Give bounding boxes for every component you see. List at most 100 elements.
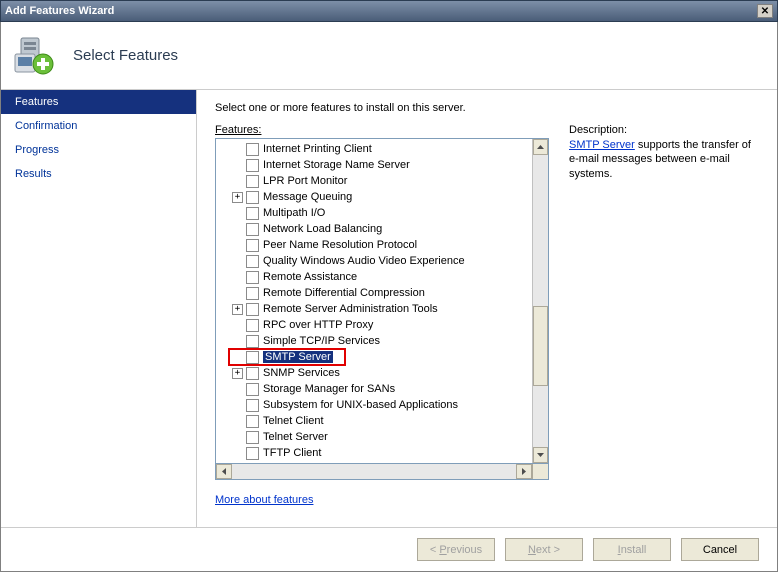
sidebar-item-results[interactable]: Results (1, 162, 196, 186)
wizard-icon (13, 34, 57, 78)
features-column: Features: Internet Printing ClientIntern… (215, 124, 549, 519)
tree-item-label: Remote Assistance (263, 271, 357, 283)
tree-row[interactable]: Quality Windows Audio Video Experience (216, 253, 532, 269)
features-tree[interactable]: Internet Printing Client Internet Storage… (216, 139, 532, 463)
checkbox[interactable] (246, 223, 259, 236)
tree-row[interactable]: RPC over HTTP Proxy (216, 317, 532, 333)
tree-row[interactable]: Multipath I/O (216, 205, 532, 221)
content: FeaturesConfirmationProgressResults Sele… (1, 90, 777, 527)
install-button: Install (593, 538, 671, 561)
cancel-button[interactable]: Cancel (681, 538, 759, 561)
features-label: Features: (215, 124, 549, 136)
tree-item-label: RPC over HTTP Proxy (263, 319, 373, 331)
tree-row[interactable]: Storage Manager for SANs (216, 381, 532, 397)
two-column: Features: Internet Printing ClientIntern… (215, 124, 759, 519)
tree-row[interactable]: Network Load Balancing (216, 221, 532, 237)
tree-item-label: Storage Manager for SANs (263, 383, 395, 395)
sidebar-item-confirmation[interactable]: Confirmation (1, 114, 196, 138)
tree-row[interactable]: Subsystem for UNIX-based Applications (216, 397, 532, 413)
checkbox[interactable] (246, 239, 259, 252)
checkbox[interactable] (246, 271, 259, 284)
checkbox[interactable] (246, 431, 259, 444)
window-title: Add Features Wizard (5, 5, 114, 17)
sidebar-item-features[interactable]: Features (1, 90, 196, 114)
next-button: Next > (505, 538, 583, 561)
vertical-scrollbar[interactable] (532, 139, 548, 463)
more-about-features-link[interactable]: More about features (215, 494, 549, 506)
checkbox[interactable] (246, 175, 259, 188)
tree-item-label: Message Queuing (263, 191, 352, 203)
checkbox[interactable] (246, 303, 259, 316)
tree-item-label: Telnet Server (263, 431, 328, 443)
tree-row[interactable]: TFTP Client (216, 445, 532, 461)
tree-item-label: Remote Server Administration Tools (263, 303, 438, 315)
tree-row[interactable]: + SNMP Services (216, 365, 532, 381)
tree-row[interactable]: LPR Port Monitor (216, 173, 532, 189)
scroll-right-button[interactable] (516, 464, 532, 479)
expander-icon[interactable]: + (232, 304, 243, 315)
tree-item-label: Quality Windows Audio Video Experience (263, 255, 465, 267)
checkbox[interactable] (246, 255, 259, 268)
tree-item-label: Internet Printing Client (263, 143, 372, 155)
tree-row[interactable]: + Remote Server Administration Tools (216, 301, 532, 317)
scroll-up-button[interactable] (533, 139, 548, 155)
checkbox[interactable] (246, 351, 259, 364)
tree-row[interactable]: Remote Differential Compression (216, 285, 532, 301)
features-tree-container: Internet Printing Client Internet Storage… (215, 138, 549, 464)
tree-item-label: Internet Storage Name Server (263, 159, 410, 171)
tree-item-label: LPR Port Monitor (263, 175, 347, 187)
tree-row[interactable]: Telnet Server (216, 429, 532, 445)
expander-icon[interactable]: + (232, 192, 243, 203)
instruction-text: Select one or more features to install o… (215, 102, 759, 114)
scroll-track-bottom[interactable] (533, 386, 548, 447)
checkbox[interactable] (246, 335, 259, 348)
description-text: SMTP Server supports the transfer of e-m… (569, 138, 759, 181)
tree-row[interactable]: + Message Queuing (216, 189, 532, 205)
tree-item-label: SMTP Server (263, 351, 333, 363)
tree-item-label: Subsystem for UNIX-based Applications (263, 399, 458, 411)
scroll-corner (532, 464, 548, 479)
expander-icon[interactable]: + (232, 368, 243, 379)
tree-item-label: TFTP Client (263, 447, 321, 459)
tree-row[interactable]: Internet Printing Client (216, 141, 532, 157)
checkbox[interactable] (246, 399, 259, 412)
description-label: Description: (569, 124, 627, 136)
tree-row[interactable]: Telnet Client (216, 413, 532, 429)
tree-row[interactable]: Simple TCP/IP Services (216, 333, 532, 349)
checkbox[interactable] (246, 207, 259, 220)
tree-row[interactable]: Remote Assistance (216, 269, 532, 285)
horizontal-scrollbar[interactable] (215, 464, 549, 480)
titlebar: Add Features Wizard ✕ (0, 0, 778, 22)
hscroll-track[interactable] (232, 464, 516, 479)
description-link[interactable]: SMTP Server (569, 139, 635, 151)
checkbox[interactable] (246, 159, 259, 172)
tree-item-label: Remote Differential Compression (263, 287, 425, 299)
scroll-left-button[interactable] (216, 464, 232, 479)
page-title: Select Features (73, 47, 178, 64)
tree-item-label: Telnet Client (263, 415, 324, 427)
previous-button: < Previous (417, 538, 495, 561)
scroll-track-top[interactable] (533, 155, 548, 306)
checkbox[interactable] (246, 319, 259, 332)
close-button[interactable]: ✕ (757, 4, 773, 18)
tree-item-label: SNMP Services (263, 367, 340, 379)
checkbox[interactable] (246, 143, 259, 156)
tree-item-label: Peer Name Resolution Protocol (263, 239, 417, 251)
checkbox[interactable] (246, 287, 259, 300)
checkbox[interactable] (246, 191, 259, 204)
checkbox[interactable] (246, 447, 259, 460)
checkbox[interactable] (246, 383, 259, 396)
checkbox[interactable] (246, 415, 259, 428)
sidebar-item-progress[interactable]: Progress (1, 138, 196, 162)
tree-row[interactable]: SMTP Server (216, 349, 532, 365)
tree-row[interactable]: Peer Name Resolution Protocol (216, 237, 532, 253)
scroll-thumb[interactable] (533, 306, 548, 386)
scroll-down-button[interactable] (533, 447, 548, 463)
tree-item-label: Multipath I/O (263, 207, 325, 219)
sidebar: FeaturesConfirmationProgressResults (1, 90, 197, 527)
checkbox[interactable] (246, 367, 259, 380)
tree-row[interactable]: Internet Storage Name Server (216, 157, 532, 173)
tree-item-label: Simple TCP/IP Services (263, 335, 380, 347)
footer: < Previous Next > Install Cancel (1, 527, 777, 571)
close-icon: ✕ (761, 6, 769, 17)
